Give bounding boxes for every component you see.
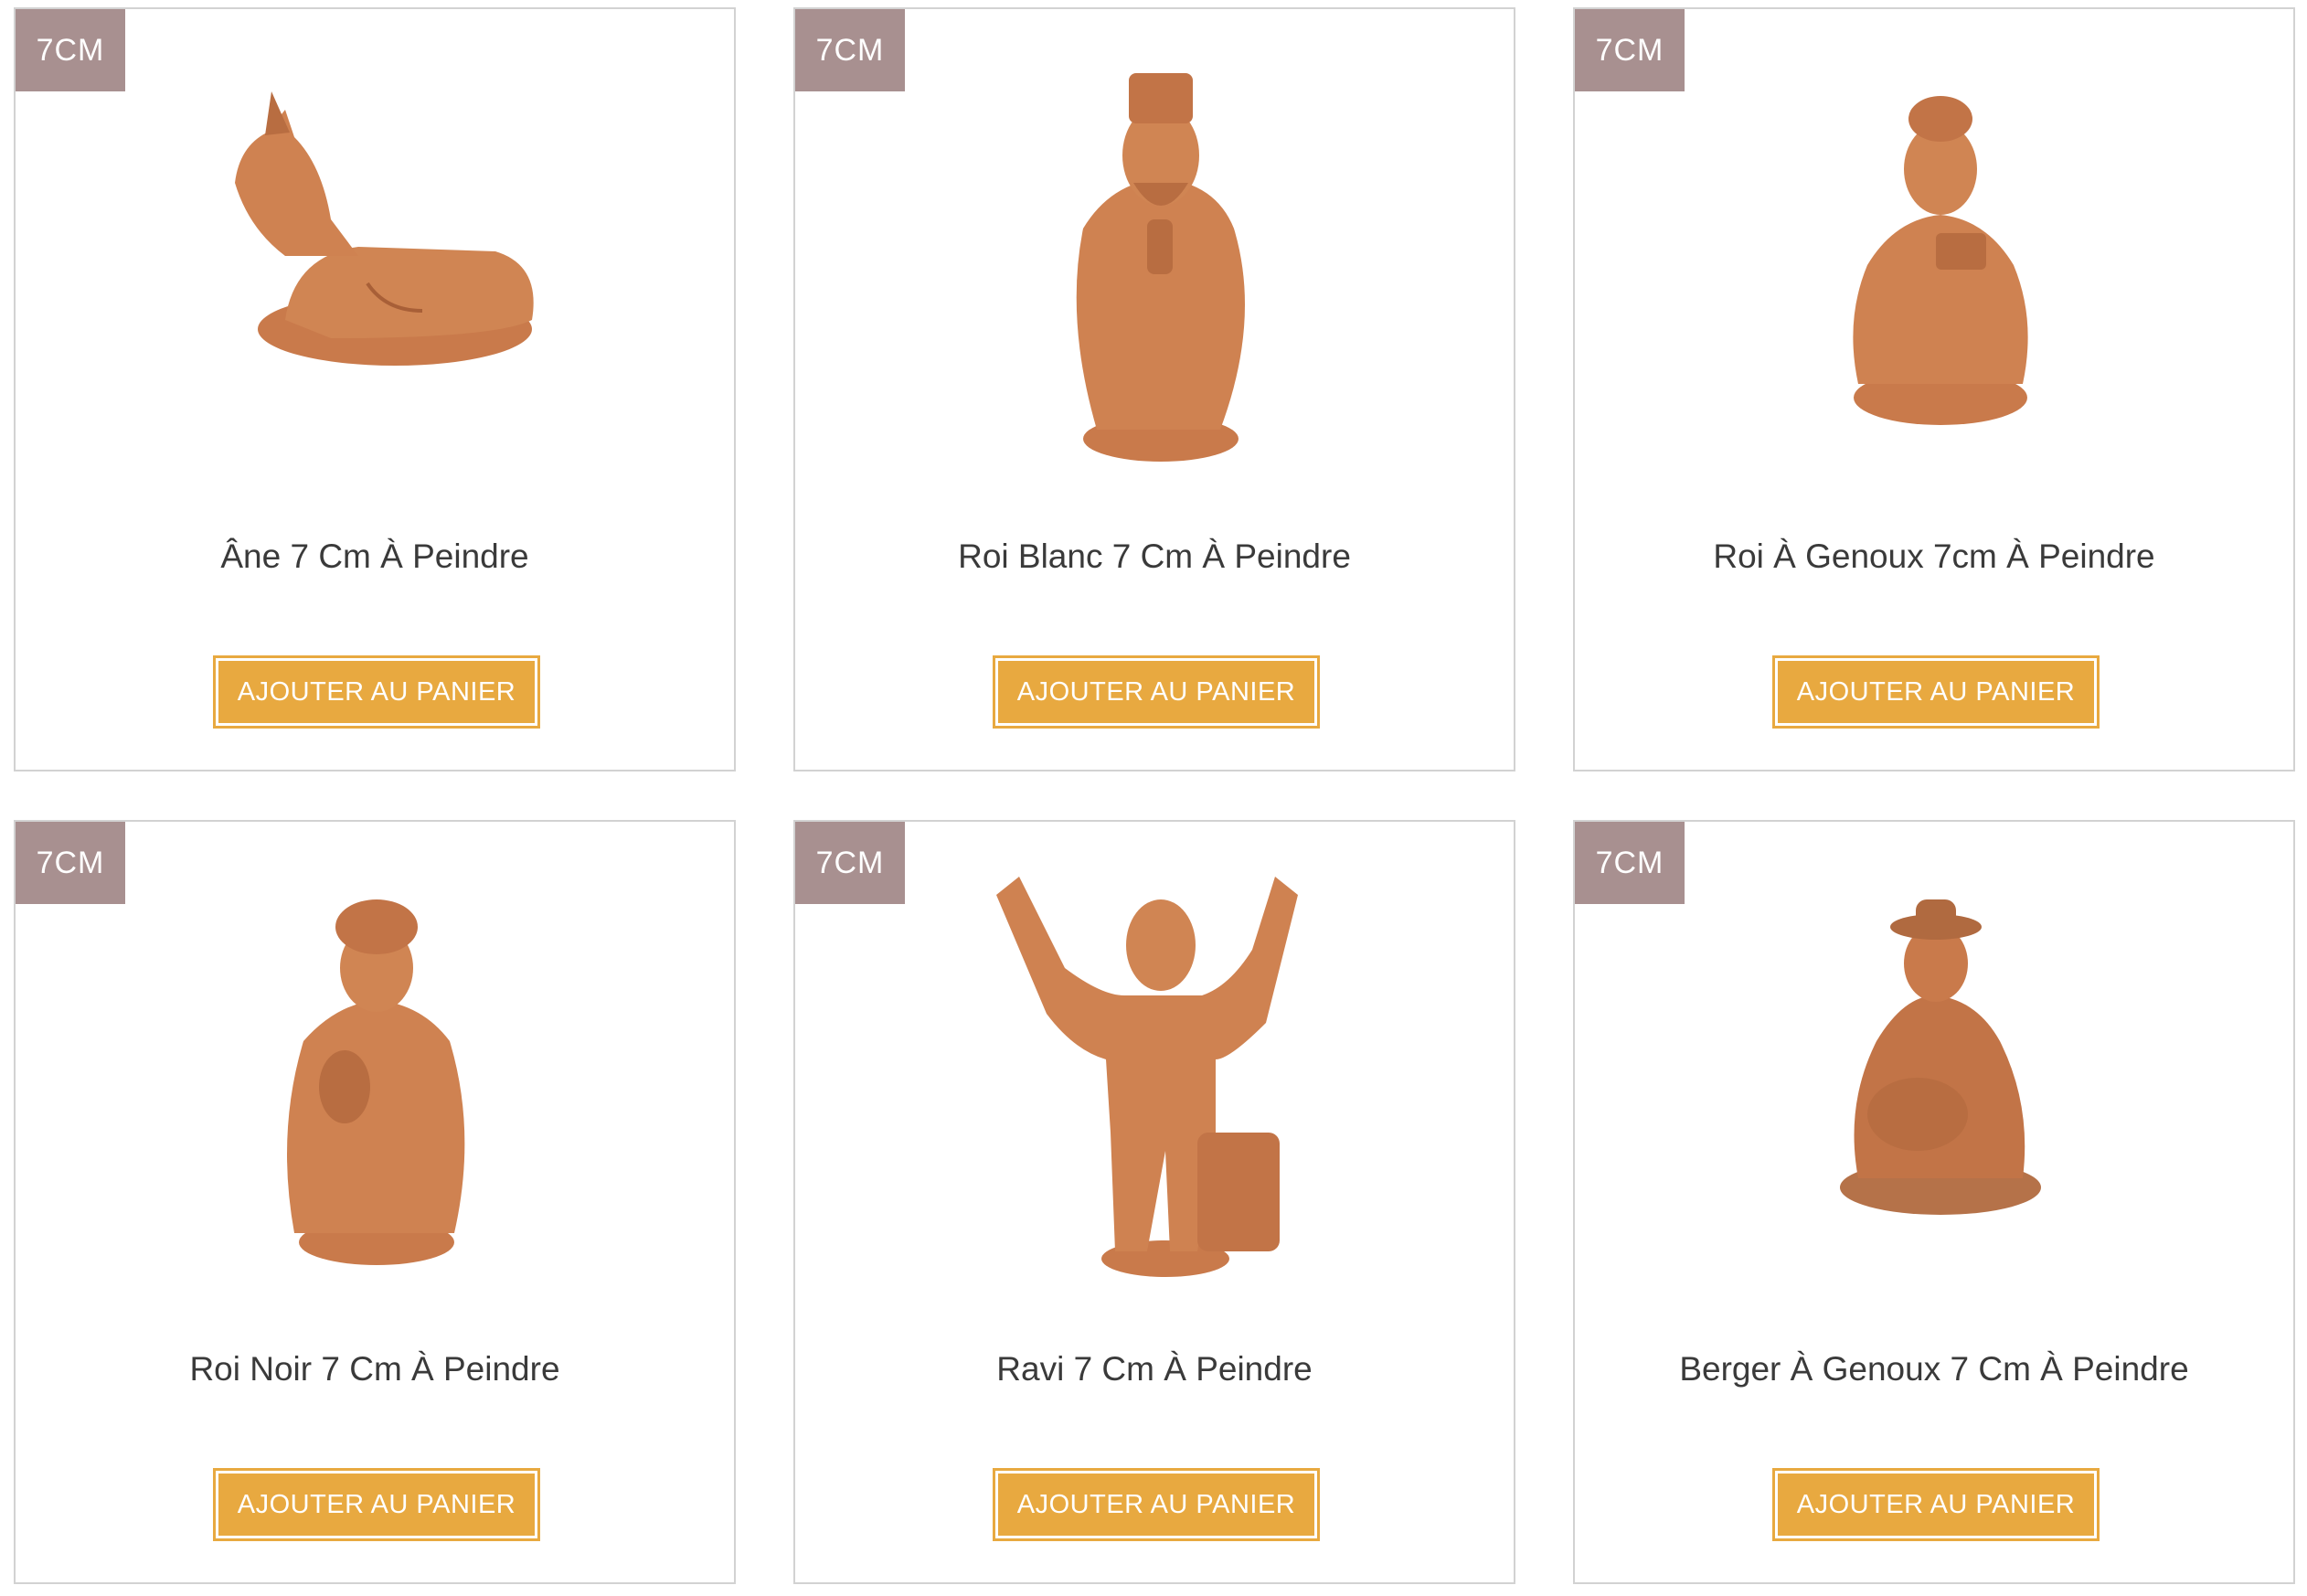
add-to-cart-button[interactable]: AJOUTER AU PANIER [1772, 655, 2100, 729]
size-badge: 7CM [1575, 822, 1685, 904]
product-title[interactable]: Ravi 7 Cm À Peindre [795, 1350, 1514, 1389]
size-badge: 7CM [16, 822, 125, 904]
product-card[interactable]: 7CM Berger À Genoux 7 Cm À Peindre AJOUT… [1573, 820, 2295, 1584]
size-badge: 7CM [795, 822, 905, 904]
product-card[interactable]: 7CM Âne 7 Cm À Peindre AJOUTER AU PANIER [14, 7, 736, 771]
kneeling-king-figurine-icon [1853, 96, 2028, 425]
product-grid: 7CM Âne 7 Cm À Peindre AJOUTER AU PANIER… [0, 0, 2307, 1596]
add-to-cart-button[interactable]: AJOUTER AU PANIER [1772, 1468, 2100, 1541]
size-badge: 7CM [16, 9, 125, 91]
add-to-cart-button[interactable]: AJOUTER AU PANIER [213, 655, 540, 729]
add-to-cart-button[interactable]: AJOUTER AU PANIER [993, 1468, 1320, 1541]
donkey-figurine-icon [235, 91, 534, 366]
product-image-ravi[interactable] [928, 858, 1385, 1288]
product-title[interactable]: Berger À Genoux 7 Cm À Peindre [1575, 1350, 2293, 1389]
product-image-white-king[interactable] [928, 46, 1385, 475]
product-card[interactable]: 7CM Roi Blanc 7 Cm À Peindre AJOUTER AU … [793, 7, 1515, 771]
add-to-cart-button[interactable]: AJOUTER AU PANIER [993, 655, 1320, 729]
product-card[interactable]: 7CM Ravi 7 Cm À Peindre AJOUTER AU PANIE… [793, 820, 1515, 1584]
add-to-cart-button[interactable]: AJOUTER AU PANIER [213, 1468, 540, 1541]
ravi-figurine-icon [996, 877, 1298, 1277]
product-image-kneeling-king[interactable] [1707, 46, 2164, 475]
product-title[interactable]: Roi Noir 7 Cm À Peindre [16, 1350, 734, 1389]
kneeling-shepherd-figurine-icon [1840, 899, 2041, 1215]
size-badge: 7CM [795, 9, 905, 91]
product-title[interactable]: Âne 7 Cm À Peindre [16, 537, 734, 576]
product-card[interactable]: 7CM Roi À Genoux 7cm À Peindre AJOUTER A… [1573, 7, 2295, 771]
black-king-figurine-icon [287, 899, 465, 1265]
product-title[interactable]: Roi Blanc 7 Cm À Peindre [795, 537, 1514, 576]
product-image-kneeling-shepherd[interactable] [1707, 858, 2164, 1288]
product-image-donkey[interactable] [148, 46, 605, 475]
product-title[interactable]: Roi À Genoux 7cm À Peindre [1575, 537, 2293, 576]
product-card[interactable]: 7CM Roi Noir 7 Cm À Peindre AJOUTER AU P… [14, 820, 736, 1584]
white-king-figurine-icon [1076, 73, 1245, 462]
product-image-black-king[interactable] [148, 858, 605, 1288]
size-badge: 7CM [1575, 9, 1685, 91]
